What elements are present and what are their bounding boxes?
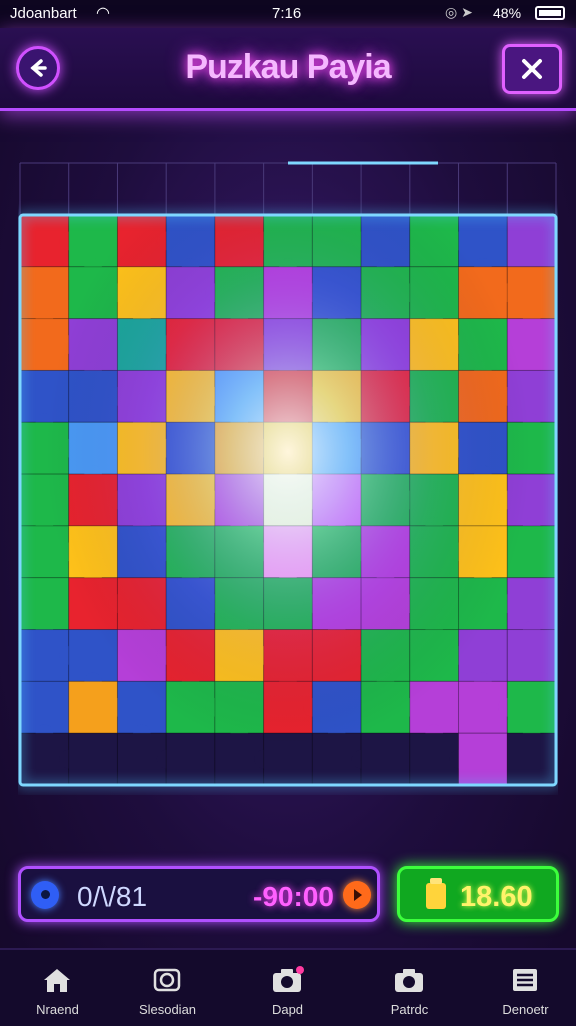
puzzle-piece[interactable] bbox=[506, 732, 557, 786]
coin-icon bbox=[426, 878, 446, 909]
pieces-counter: 0/\/81 bbox=[77, 881, 148, 912]
progress-panel: 0/\/81 -90:00 bbox=[18, 866, 380, 922]
document-icon bbox=[513, 969, 537, 991]
next-button[interactable] bbox=[343, 881, 371, 909]
puzzle-piece[interactable] bbox=[360, 732, 411, 786]
puzzle-piece[interactable] bbox=[165, 732, 216, 786]
puzzle-piece[interactable] bbox=[506, 525, 557, 579]
nav-label: Dapd bbox=[271, 1002, 304, 1017]
close-button[interactable] bbox=[502, 44, 562, 94]
record-icon[interactable] bbox=[31, 881, 59, 909]
score-value: 18.60 bbox=[460, 881, 533, 913]
wifi-icon: ◠ bbox=[96, 5, 110, 22]
clock-time: 7:16 bbox=[272, 5, 302, 22]
nav-label: Denoetr bbox=[502, 1002, 549, 1017]
home-icon bbox=[44, 969, 70, 992]
bottom-nav: Nraend Slesodian Dapd Patrdc Denoetr bbox=[0, 948, 576, 1026]
puzzle-icon bbox=[153, 968, 181, 992]
puzzle-piece[interactable] bbox=[263, 732, 313, 786]
close-icon bbox=[522, 59, 542, 79]
puzzle-piece[interactable] bbox=[506, 629, 557, 682]
battery-percent: 48% bbox=[493, 5, 522, 21]
nav-label: Slesodian bbox=[138, 1002, 197, 1017]
nav-label: Patrdc bbox=[390, 1002, 429, 1017]
camera-icon bbox=[273, 966, 304, 992]
battery-icon bbox=[535, 6, 565, 20]
page-title: Puzkau Payia bbox=[185, 48, 391, 86]
puzzle-piece[interactable] bbox=[506, 214, 557, 268]
nav-item-document[interactable]: Denoetr bbox=[468, 950, 576, 1026]
camera-alt-icon bbox=[395, 969, 423, 992]
puzzle-piece[interactable] bbox=[68, 732, 118, 786]
status-bar: Jdoanbart ◠ 7:16 ◎ ➤ 48% bbox=[0, 0, 576, 28]
puzzle-piece[interactable] bbox=[458, 732, 508, 786]
puzzle-piece[interactable] bbox=[506, 421, 557, 475]
timer-value: -90:00 bbox=[253, 881, 334, 912]
location-icon: ◎ ➤ bbox=[445, 4, 473, 20]
nav-item-photos[interactable]: Patrdc bbox=[352, 950, 467, 1026]
app-header: Puzkau Payia bbox=[0, 28, 576, 111]
puzzle-board[interactable] bbox=[18, 135, 558, 795]
puzzle-piece[interactable] bbox=[506, 318, 557, 371]
nav-item-puzzle[interactable]: Slesodian bbox=[110, 950, 225, 1026]
score-panel[interactable]: 18.60 bbox=[397, 866, 559, 922]
carrier-name: Jdoanbart bbox=[10, 5, 77, 22]
puzzle-canvas[interactable] bbox=[18, 135, 558, 795]
nav-label: Nraend bbox=[36, 1002, 79, 1017]
nav-item-home[interactable]: Nraend bbox=[0, 950, 115, 1026]
nav-item-camera[interactable]: Dapd bbox=[230, 950, 345, 1026]
